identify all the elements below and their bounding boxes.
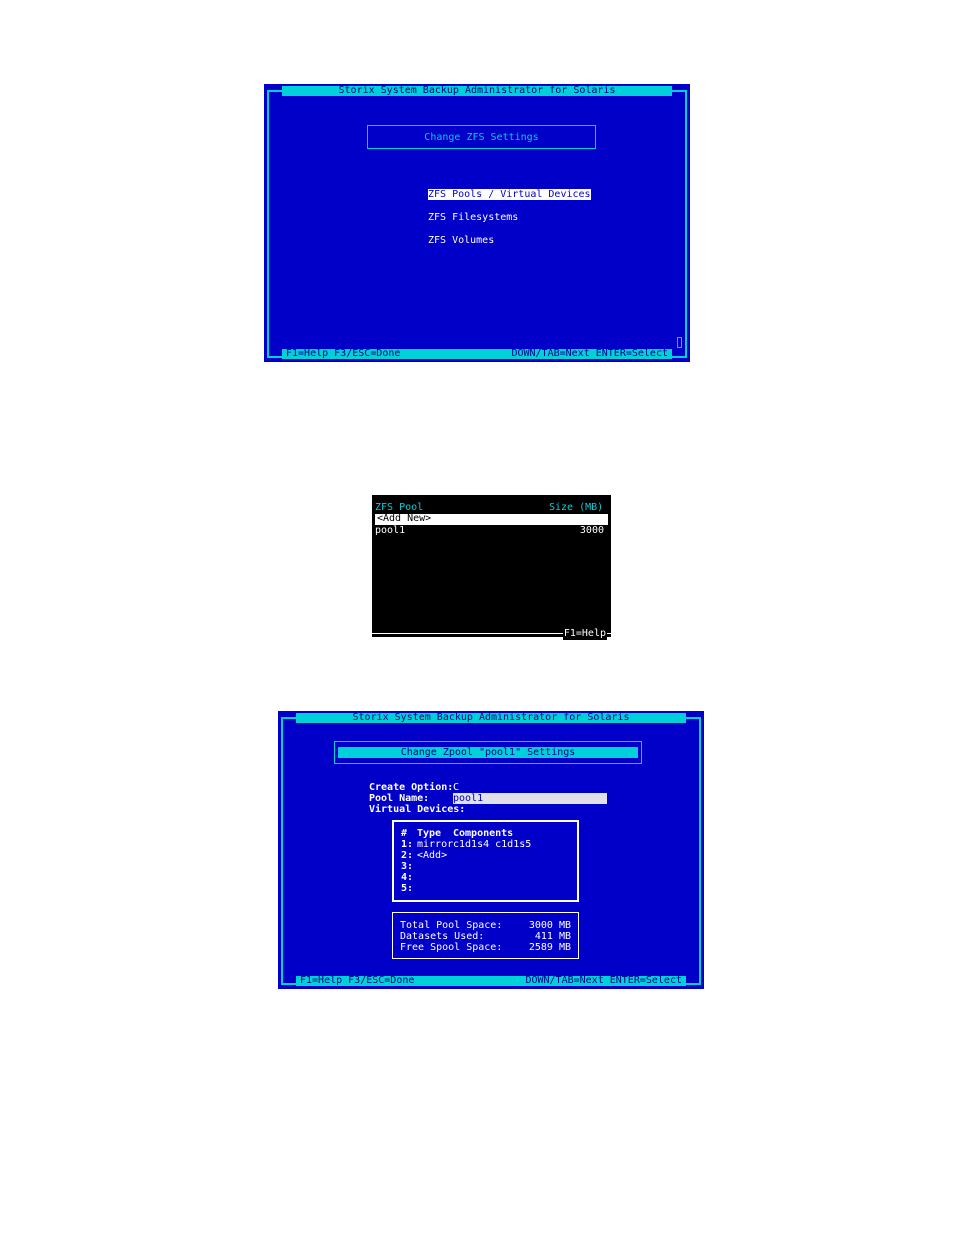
summary-label: Datasets Used: xyxy=(400,931,485,942)
create-option-value[interactable]: C xyxy=(453,782,459,793)
list-item-pool1[interactable]: pool1 3000 xyxy=(375,525,608,537)
vdev-row-3[interactable]: 3: xyxy=(394,861,577,872)
pool-name-label: Pool Name: xyxy=(369,793,430,804)
pool-name-value: pool1 xyxy=(453,793,484,804)
footer-right-keys: DOWN/TAB=Next ENTER=Select xyxy=(511,348,668,359)
text-cursor xyxy=(677,337,682,348)
vdev-num: 2: xyxy=(401,850,414,861)
summary-row-datasets: Datasets Used: 411 MB xyxy=(393,931,578,942)
vdev-header-components: Components xyxy=(453,828,514,839)
subtitle: Change Zpool "pool1" Settings xyxy=(400,747,576,758)
list-item-name: pool1 xyxy=(375,525,406,536)
list-item-size: 3000 xyxy=(579,525,604,536)
vdev-row-2[interactable]: 2: <Add> xyxy=(394,850,577,861)
pool-name-input[interactable]: pool1 xyxy=(453,793,607,804)
vdev-type: <Add> xyxy=(417,850,448,861)
subtitle-bar: Change Zpool "pool1" Settings xyxy=(338,747,638,758)
zpool-settings-screen: Storix System Backup Administrator for S… xyxy=(278,711,704,989)
summary-row-free: Free Spool Space: 2589 MB xyxy=(393,942,578,953)
vdev-type: mirror xyxy=(417,839,454,850)
summary-label: Total Pool Space: xyxy=(400,920,503,931)
vdev-num: 4: xyxy=(401,872,414,883)
vdev-header-num: # xyxy=(401,828,408,839)
vdev-components: c1d1s4 c1d1s5 xyxy=(453,839,532,850)
summary-value: 3000 MB xyxy=(528,920,571,931)
virtual-devices-table: # Type Components 1: mirror c1d1s4 c1d1s… xyxy=(392,820,579,902)
menu-item-zfs-pools[interactable]: ZFS Pools / Virtual Devices xyxy=(428,189,591,200)
list-item-add-new[interactable]: <Add New> xyxy=(375,513,608,525)
window-footer: F1=Help F3/ESC=Done DOWN/TAB=Next ENTER=… xyxy=(296,976,686,986)
list-item-name: <Add New> xyxy=(377,513,432,524)
column-header-size: Size (MB) xyxy=(549,502,604,513)
subtitle-box: Change ZFS Settings xyxy=(367,125,596,149)
zfs-settings-screen: Storix System Backup Administrator for S… xyxy=(264,84,690,362)
summary-label: Free Spool Space: xyxy=(400,942,503,953)
vdev-num: 3: xyxy=(401,861,414,872)
menu-item-zfs-volumes[interactable]: ZFS Volumes xyxy=(428,235,494,246)
window-title: Storix System Backup Administrator for S… xyxy=(296,713,686,723)
window-footer: F1=Help F3/ESC=Done DOWN/TAB=Next ENTER=… xyxy=(282,349,672,359)
summary-row-total: Total Pool Space: 3000 MB xyxy=(393,920,578,931)
vdev-row-5[interactable]: 5: xyxy=(394,883,577,894)
virtual-devices-label: Virtual Devices: xyxy=(369,804,466,815)
footer-left-keys: F1=Help F3/ESC=Done xyxy=(286,348,401,359)
footer-help: F1=Help xyxy=(562,628,607,640)
create-option-label: Create Option: xyxy=(369,782,454,793)
footer-left-keys: F1=Help F3/ESC=Done xyxy=(300,975,415,986)
pool-space-summary: Total Pool Space: 3000 MB Datasets Used:… xyxy=(392,912,579,959)
menu-item-zfs-filesystems[interactable]: ZFS Filesystems xyxy=(428,212,518,223)
vdev-header-type: Type xyxy=(417,828,442,839)
vdev-num: 5: xyxy=(401,883,414,894)
subtitle: Change ZFS Settings xyxy=(424,132,539,143)
window-title: Storix System Backup Administrator for S… xyxy=(282,86,672,96)
zfs-pool-list-window: ZFS Pool Size (MB) <Add New> pool1 3000 … xyxy=(370,493,613,640)
vdev-num: 1: xyxy=(401,839,414,850)
vdev-row-1[interactable]: 1: mirror c1d1s4 c1d1s5 xyxy=(394,839,577,850)
vdev-row-4[interactable]: 4: xyxy=(394,872,577,883)
subtitle-box: Change Zpool "pool1" Settings xyxy=(334,741,642,764)
footer-right-keys: DOWN/TAB=Next ENTER=Select xyxy=(525,975,682,986)
summary-value: 2589 MB xyxy=(528,942,571,953)
summary-value: 411 MB xyxy=(534,931,571,942)
